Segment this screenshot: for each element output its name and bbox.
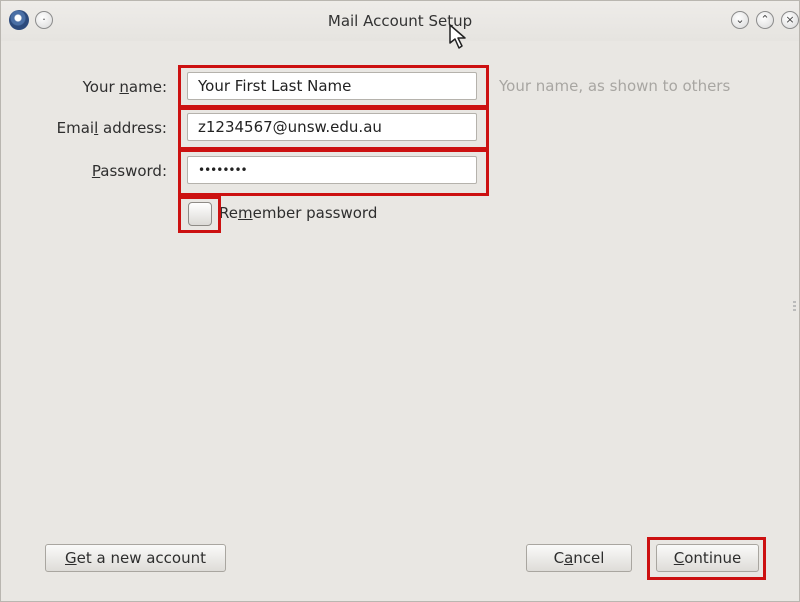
maximize-icon[interactable]: ⌃ — [756, 11, 774, 29]
remember-password-checkbox[interactable] — [188, 202, 212, 226]
remember-password-label[interactable]: Remember password — [219, 204, 377, 222]
password-label: Password: — [91, 162, 167, 180]
password-input[interactable]: •••••••• — [187, 156, 477, 184]
cancel-button[interactable]: Cancel — [526, 544, 632, 572]
name-label: Your name: — [82, 78, 167, 96]
mail-account-setup-window: · Mail Account Setup ⌄ ⌃ × Your name: Yo… — [0, 0, 800, 602]
resize-grip[interactable] — [793, 301, 796, 313]
name-input[interactable] — [187, 72, 477, 100]
minimize-icon[interactable]: ⌄ — [731, 11, 749, 29]
email-label: Email address: — [56, 119, 167, 137]
window-title: Mail Account Setup — [327, 12, 473, 30]
mouse-pointer-icon — [449, 24, 466, 49]
title-bar[interactable]: · Mail Account Setup ⌄ ⌃ × — [1, 1, 799, 41]
close-icon[interactable]: × — [781, 11, 799, 29]
name-hint: Your name, as shown to others — [499, 77, 731, 95]
email-input[interactable] — [187, 113, 477, 141]
continue-button[interactable]: Continue — [656, 544, 759, 572]
get-new-account-button[interactable]: Get a new account — [45, 544, 226, 572]
